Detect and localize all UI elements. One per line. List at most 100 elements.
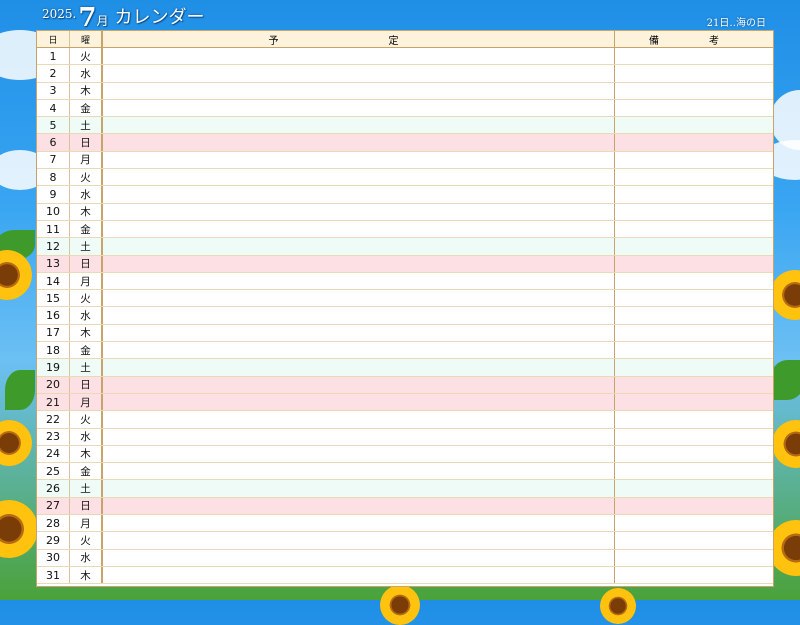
- day-number: 6: [37, 134, 70, 151]
- note-cell[interactable]: [615, 446, 773, 462]
- plan-cell[interactable]: [103, 203, 615, 220]
- day-number: 17: [37, 324, 70, 342]
- sunflower-icon: [772, 420, 800, 468]
- month-unit: 月: [96, 14, 109, 28]
- note-cell[interactable]: [615, 48, 773, 64]
- note-cell[interactable]: [615, 65, 773, 81]
- plan-cell[interactable]: [103, 515, 615, 532]
- plan-cell[interactable]: [103, 238, 615, 255]
- plan-cell[interactable]: [103, 290, 615, 307]
- weekday-label: 月: [70, 393, 103, 411]
- plan-cell[interactable]: [103, 255, 615, 272]
- note-cell[interactable]: [615, 532, 773, 548]
- weekday-label: 金: [70, 463, 103, 480]
- day-number: 22: [37, 411, 70, 428]
- plan-cell[interactable]: [103, 480, 615, 497]
- note-cell[interactable]: [615, 186, 773, 202]
- note-cell[interactable]: [615, 498, 773, 514]
- plan-cell[interactable]: [103, 463, 615, 480]
- plan-cell[interactable]: [103, 428, 615, 445]
- note-cell[interactable]: [615, 100, 773, 116]
- plan-cell[interactable]: [103, 151, 615, 169]
- note-cell[interactable]: [615, 463, 773, 479]
- plan-cell[interactable]: [103, 342, 615, 359]
- leaf-icon: [770, 360, 800, 400]
- calendar-title: 2025. 7 月 カレンダー: [42, 3, 204, 31]
- day-row: 29 火: [37, 532, 773, 550]
- plan-cell[interactable]: [103, 566, 615, 584]
- day-row: 17 木: [37, 324, 773, 343]
- note-cell[interactable]: [615, 429, 773, 445]
- note-cell[interactable]: [615, 290, 773, 306]
- day-number: 1: [37, 48, 70, 65]
- day-number: 26: [37, 480, 70, 497]
- day-number: 19: [37, 359, 70, 376]
- note-cell[interactable]: [615, 480, 773, 496]
- calendar-label: カレンダー: [114, 7, 205, 28]
- day-number: 16: [37, 307, 70, 324]
- weekday-label: 火: [70, 48, 103, 65]
- day-number: 14: [37, 272, 70, 290]
- plan-cell[interactable]: [103, 549, 615, 566]
- weekday-label: 木: [70, 324, 103, 342]
- note-cell[interactable]: [615, 221, 773, 237]
- plan-cell[interactable]: [103, 307, 615, 324]
- plan-cell[interactable]: [103, 272, 615, 290]
- plan-cell[interactable]: [103, 445, 615, 463]
- weekday-label: 火: [70, 290, 103, 307]
- weekday-label: 土: [70, 238, 103, 255]
- note-cell[interactable]: [615, 377, 773, 393]
- note-cell[interactable]: [615, 325, 773, 341]
- plan-cell[interactable]: [103, 324, 615, 342]
- day-number: 20: [37, 376, 70, 393]
- note-cell[interactable]: [615, 256, 773, 272]
- plan-cell[interactable]: [103, 393, 615, 411]
- plan-cell[interactable]: [103, 497, 615, 515]
- note-cell[interactable]: [615, 273, 773, 289]
- day-number: 27: [37, 497, 70, 515]
- note-cell[interactable]: [615, 411, 773, 427]
- plan-cell[interactable]: [103, 134, 615, 151]
- plan-cell[interactable]: [103, 65, 615, 82]
- note-cell[interactable]: [615, 238, 773, 254]
- note-cell[interactable]: [615, 550, 773, 566]
- weekday-label: 水: [70, 549, 103, 566]
- note-cell[interactable]: [615, 394, 773, 410]
- sunflower-icon: [600, 588, 636, 624]
- day-row: 31 木: [37, 566, 773, 585]
- plan-cell[interactable]: [103, 82, 615, 99]
- sunflower-icon: [0, 250, 32, 300]
- plan-cell[interactable]: [103, 186, 615, 203]
- plan-cell[interactable]: [103, 117, 615, 134]
- day-number: 23: [37, 428, 70, 445]
- weekday-label: 木: [70, 445, 103, 463]
- plan-cell[interactable]: [103, 411, 615, 428]
- note-cell[interactable]: [615, 152, 773, 168]
- note-cell[interactable]: [615, 307, 773, 323]
- plan-cell[interactable]: [103, 169, 615, 186]
- note-cell[interactable]: [615, 134, 773, 150]
- day-row: 5土: [37, 117, 773, 135]
- plan-cell[interactable]: [103, 359, 615, 376]
- day-row: 23 水: [37, 428, 773, 446]
- plan-cell[interactable]: [103, 48, 615, 65]
- weekday-label: 火: [70, 169, 103, 186]
- day-row: 12 土: [37, 238, 773, 256]
- note-cell[interactable]: [615, 83, 773, 99]
- plan-cell[interactable]: [103, 532, 615, 549]
- plan-cell[interactable]: [103, 220, 615, 238]
- note-cell[interactable]: [615, 342, 773, 358]
- plan-cell[interactable]: [103, 376, 615, 393]
- plan-cell[interactable]: [103, 99, 615, 117]
- note-cell[interactable]: [615, 204, 773, 220]
- note-cell[interactable]: [615, 359, 773, 375]
- note-cell[interactable]: [615, 117, 773, 133]
- day-number: 30: [37, 549, 70, 566]
- note-cell[interactable]: [615, 567, 773, 583]
- note-cell[interactable]: [615, 515, 773, 531]
- day-number: 21: [37, 393, 70, 411]
- note-cell[interactable]: [615, 169, 773, 185]
- day-number: 3: [37, 82, 70, 99]
- day-number: 15: [37, 290, 70, 307]
- weekday-label: 水: [70, 428, 103, 445]
